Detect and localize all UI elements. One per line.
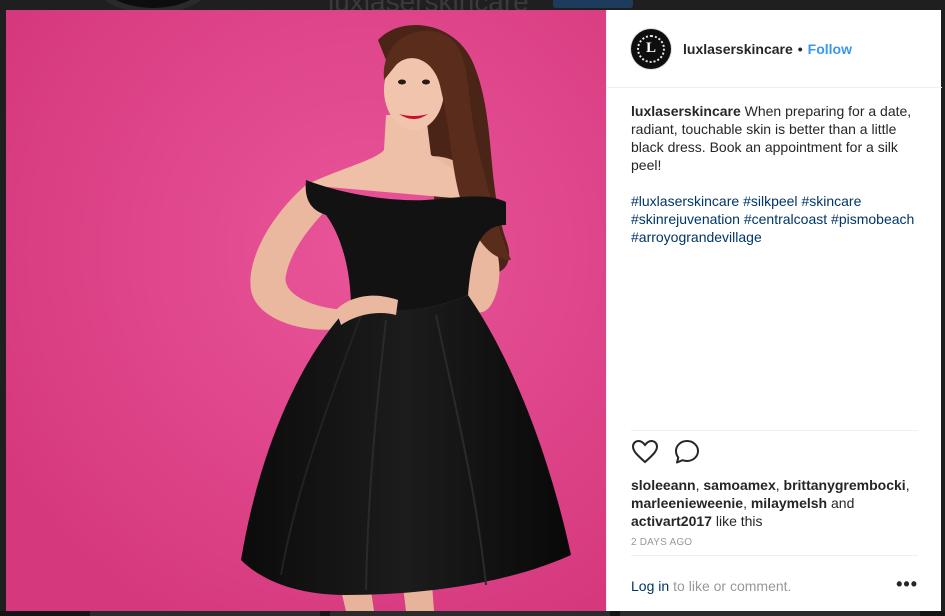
like-user[interactable]: milaymelsh [751,495,827,511]
hashtag-link[interactable]: #luxlaserskincare [631,193,739,209]
post-header: L luxlaserskincare • Follow [607,10,942,88]
like-user[interactable]: samoamex [703,477,775,493]
background-follow-button [553,0,633,8]
hashtag-list: #luxlaserskincare #silkpeel #skincare #s… [631,192,921,246]
footer-divider [631,555,918,556]
background-grid-thumb [90,611,320,616]
header-separator: • [797,40,803,57]
eye-left [398,79,406,85]
post-photo-image [6,10,606,611]
ellipsis-icon[interactable]: ••• [896,575,918,593]
login-suffix: to like or comment. [673,578,792,594]
login-prompt: Log in to like or comment. ••• [631,575,918,596]
likes-suffix: like this [715,513,763,529]
hashtag-link[interactable]: #pismobeach [831,211,914,227]
post-actions [631,438,701,466]
background-grid-thumb [330,611,610,616]
eye-right [422,79,430,85]
post-timestamp[interactable]: 2 days ago [631,537,692,548]
post-caption: luxlaserskincare When preparing for a da… [631,102,921,246]
like-user[interactable]: marleenieweenie [631,495,743,511]
like-user[interactable]: activart2017 [631,513,712,529]
hashtag-link[interactable]: #silkpeel [743,193,797,209]
hashtag-link[interactable]: #centralcoast [744,211,827,227]
heart-outline-icon[interactable] [631,438,659,466]
follow-button[interactable]: Follow [808,41,852,57]
likes-summary: sloleeann, samoamex, brittanygrembocki, … [631,477,910,529]
hashtag-link[interactable]: #skinrejuvenation [631,211,740,227]
caption-username[interactable]: luxlaserskincare [631,103,741,119]
avatar-letter: L [637,34,665,63]
like-user[interactable]: brittanygrembocki [784,477,906,493]
post-side-panel: L luxlaserskincare • Follow luxlaserskin… [606,10,942,611]
post-modal: L luxlaserskincare • Follow luxlaserskin… [6,10,942,611]
like-user[interactable]: sloleeann [631,477,696,493]
hashtag-link[interactable]: #skincare [801,193,861,209]
header-username[interactable]: luxlaserskincare [683,41,793,57]
actions-divider [631,430,918,431]
speech-bubble-icon[interactable] [673,438,701,466]
hashtag-link[interactable]: #arroyograndevillage [631,229,762,245]
post-photo[interactable] [6,10,606,611]
avatar[interactable]: L [631,28,671,69]
likes-and-word: and [831,495,855,511]
login-link[interactable]: Log in [631,578,669,594]
background-grid-thumb [620,611,920,616]
